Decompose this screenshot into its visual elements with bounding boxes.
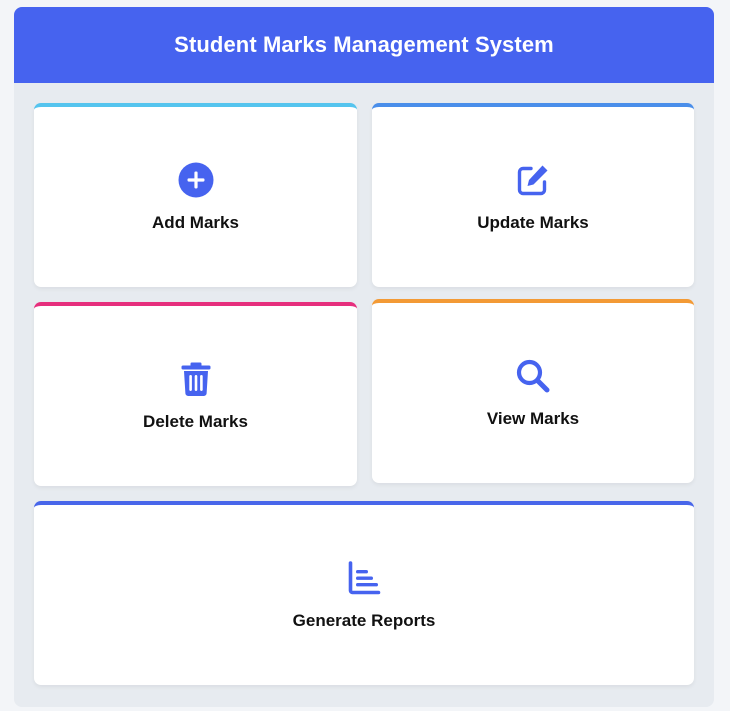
view-marks-label: View Marks: [486, 409, 580, 428]
add-marks-card[interactable]: Add Marks: [34, 103, 357, 287]
plus-circle-icon: [177, 161, 215, 199]
app-title: Student Marks Management System: [174, 32, 554, 57]
app-header: Student Marks Management System: [14, 7, 714, 83]
update-marks-label: Update Marks: [477, 213, 589, 232]
delete-marks-card[interactable]: Delete Marks: [34, 302, 357, 486]
bar-chart-icon: [345, 559, 383, 597]
app-container: Student Marks Management System Add Mark…: [14, 7, 714, 707]
search-icon: [514, 357, 552, 395]
view-marks-card[interactable]: View Marks: [372, 299, 694, 483]
generate-reports-label: Generate Reports: [292, 611, 436, 630]
trash-icon: [177, 360, 215, 398]
generate-reports-card[interactable]: Generate Reports: [34, 501, 694, 685]
update-marks-card[interactable]: Update Marks: [372, 103, 694, 287]
delete-marks-label: Delete Marks: [143, 412, 248, 431]
edit-icon: [514, 161, 552, 199]
add-marks-label: Add Marks: [152, 213, 239, 232]
